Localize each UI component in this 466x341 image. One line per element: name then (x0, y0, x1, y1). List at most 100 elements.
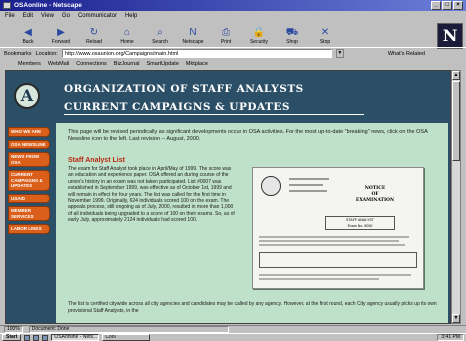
personal-link-connections[interactable]: Connections (76, 61, 107, 67)
menu-file[interactable]: File (5, 11, 15, 21)
personal-link-members[interactable]: Members (18, 61, 41, 67)
security-button[interactable]: 🔒 Security (245, 22, 273, 47)
notice-rule (289, 190, 327, 192)
stop-icon: ✕ (320, 27, 330, 38)
task-netscape[interactable]: OSAonline - Nets... (51, 334, 100, 341)
navigation-toolbar: ◀ Back ▶ Forward ↻ Reload ⌂ Home ⌕ Searc… (0, 22, 436, 47)
status-progress: 100% (4, 326, 23, 333)
menu-communicator[interactable]: Communicator (78, 11, 117, 21)
list-body-text: The exam for Staff Analyst took place in… (68, 166, 235, 224)
personal-link-mktplace[interactable]: Mktplace (186, 61, 208, 67)
home-label: Home (120, 39, 134, 45)
location-toolbar: Bookmarks Location: ▼ What's Related (0, 47, 466, 59)
print-button[interactable]: ⎙ Print (212, 22, 240, 47)
netscape-button[interactable]: N Netscape (179, 22, 207, 47)
home-icon: ⌂ (123, 27, 131, 38)
notice-rule (289, 184, 323, 186)
content-panel: This page will be revised periodically a… (56, 123, 448, 323)
nav-who-we-are[interactable]: Who We Are (8, 127, 50, 137)
page-title: Current Campaigns & Updates (64, 101, 364, 115)
netscape-icon: N (189, 27, 197, 38)
maximize-button[interactable]: □ (442, 1, 452, 10)
start-button[interactable]: Start (2, 334, 22, 341)
org-title: Organization of Staff Analysts (64, 83, 304, 95)
notice-text-line (259, 244, 405, 246)
nav-news-from-osa[interactable]: News from OSA (8, 152, 50, 167)
search-icon: ⌕ (157, 27, 163, 38)
nav-usaid[interactable]: Usaid (8, 193, 50, 203)
osa-logo[interactable]: A (14, 83, 40, 109)
window-controls: _ □ × (431, 1, 463, 10)
notice-table (259, 252, 417, 268)
url-dropdown-icon[interactable]: ▼ (335, 49, 344, 58)
print-icon: ⎙ (222, 27, 230, 38)
forward-arrow-icon: ▶ (57, 27, 65, 38)
personal-link-smartupdate[interactable]: SmartUpdate (146, 61, 178, 67)
system-clock: 3:41 PM (437, 334, 464, 341)
menu-edit[interactable]: Edit (23, 11, 33, 21)
security-label: Security (249, 39, 269, 45)
personal-link-bizjournal[interactable]: BizJournal (114, 61, 140, 67)
netscape-label: Netscape (182, 39, 204, 45)
back-arrow-icon: ◀ (24, 27, 32, 38)
nav-current-campaigns[interactable]: Current Campaigns & Updates (8, 170, 50, 191)
city-seal-icon (261, 176, 281, 196)
scroll-thumb[interactable] (452, 81, 460, 161)
nav-member-services[interactable]: Member Services (8, 206, 50, 221)
windows-taskbar: Start OSAonline - Nets... Cool 3:41 PM (0, 333, 466, 341)
quicklaunch-desktop-icon[interactable] (24, 334, 31, 341)
back-button[interactable]: ◀ Back (14, 22, 42, 47)
personal-toolbar: Members WebMail Connections BizJournal S… (0, 59, 466, 69)
bookmarks-button[interactable]: Bookmarks (4, 51, 32, 57)
print-label: Print (220, 39, 232, 45)
menu-bar: File Edit View Go Communicator Help (0, 11, 466, 21)
forward-label: Forward (51, 39, 71, 45)
search-button[interactable]: ⌕ Search (146, 22, 174, 47)
personal-link-webmail[interactable]: WebMail (48, 61, 69, 67)
reload-label: Reload (86, 39, 102, 45)
reload-button[interactable]: ↻ Reload (80, 22, 108, 47)
quicklaunch-mail-icon[interactable] (42, 334, 49, 341)
notice-heading: NOTICE OF EXAMINATION (345, 186, 405, 204)
intro-text: This page will be revised periodically a… (68, 129, 428, 142)
netscape-throbber-logo[interactable]: N (437, 23, 463, 49)
security-icon: 🔒 (252, 27, 266, 38)
quicklaunch-browser-icon[interactable] (33, 334, 40, 341)
url-input[interactable] (61, 49, 332, 58)
reload-icon: ↻ (89, 27, 99, 38)
bottom-paragraph: The list is certified citywide across al… (68, 301, 437, 314)
stop-button[interactable]: ✕ Stop (311, 22, 339, 47)
back-label: Back (22, 39, 34, 45)
forward-button[interactable]: ▶ Forward (47, 22, 75, 47)
page-viewport: A Organization of Staff Analysts Current… (5, 70, 451, 324)
menu-help[interactable]: Help (125, 11, 137, 21)
shop-button[interactable]: ⛟ Shop (278, 22, 306, 47)
notice-exam-number: Exam No. 8030 (347, 224, 373, 228)
home-button[interactable]: ⌂ Home (113, 22, 141, 47)
status-text: Document: Done (28, 326, 229, 333)
stop-label: Stop (319, 39, 331, 45)
notice-of-examination-image: NOTICE OF EXAMINATION STAFF ANALYST Exam… (252, 167, 424, 289)
menu-go[interactable]: Go (62, 11, 70, 21)
vertical-scrollbar[interactable]: ▲ ▼ (451, 70, 461, 324)
netscape-app-icon (3, 2, 11, 9)
section-heading: Staff Analyst List (68, 157, 125, 164)
scroll-down-icon[interactable]: ▼ (452, 314, 460, 323)
notice-text-line (259, 278, 379, 280)
close-button[interactable]: × (453, 1, 463, 10)
shop-label: Shop (286, 39, 298, 45)
task-cool[interactable]: Cool (102, 334, 151, 341)
nav-labor-links[interactable]: Labor Links (8, 224, 50, 234)
minimize-button[interactable]: _ (431, 1, 441, 10)
search-label: Search (152, 39, 168, 45)
shop-icon: ⛟ (285, 27, 299, 38)
nav-osa-newsline[interactable]: OSA Newsline (8, 139, 50, 149)
side-nav: Who We Are OSA Newsline News from OSA Cu… (8, 127, 50, 234)
notice-text-line (259, 274, 411, 276)
notice-rule (289, 178, 329, 180)
whats-related-button[interactable]: What's Related (388, 51, 425, 57)
scroll-up-icon[interactable]: ▲ (452, 71, 460, 80)
menu-view[interactable]: View (41, 11, 54, 21)
notice-exam-box: STAFF ANALYST Exam No. 8030 (325, 216, 395, 230)
window-title: OSAonline - Netscape (14, 2, 82, 9)
